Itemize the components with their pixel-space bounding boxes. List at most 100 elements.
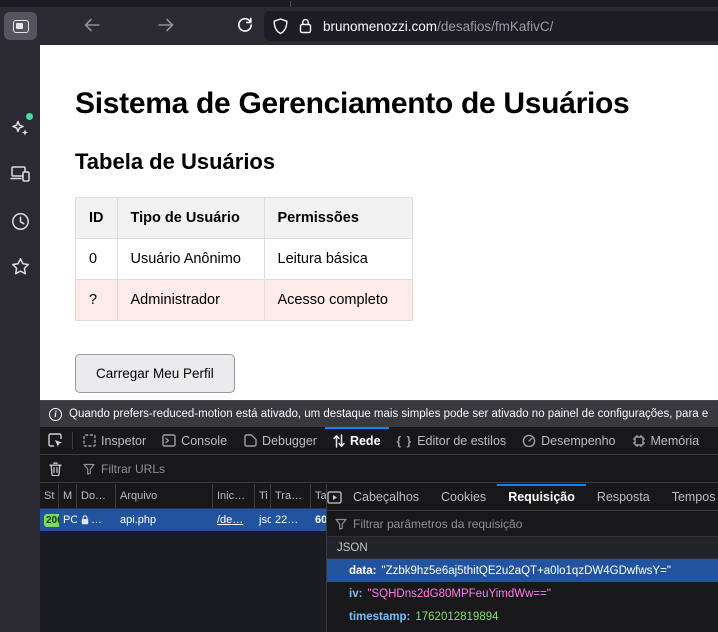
tab-timings[interactable]: Tempos: [661, 484, 718, 510]
param-value: "SQHDns2dG80MPFeuYimdWw==": [367, 588, 551, 600]
synced-tabs-button[interactable]: [0, 157, 40, 191]
load-profile-button[interactable]: Carregar Meu Perfil: [75, 354, 235, 393]
json-section-header[interactable]: JSON: [327, 537, 718, 559]
param-value: 1762012819894: [415, 611, 498, 623]
table-row: ? Administrador Acesso completo: [76, 280, 413, 321]
browser-sidebar: [0, 45, 40, 632]
request-status-cell: 200: [40, 509, 59, 531]
clock-icon: [11, 212, 30, 231]
filter-funnel-icon: [83, 463, 95, 475]
param-row-timestamp[interactable]: timestamp: 1762012819894: [327, 605, 718, 628]
reload-icon: [237, 17, 253, 33]
tab-request[interactable]: Requisição: [497, 484, 586, 510]
lock-icon[interactable]: [299, 18, 312, 34]
sidebar-toggle-button[interactable]: [4, 12, 37, 40]
sidebar-icon: [13, 20, 29, 33]
star-icon: [11, 257, 30, 276]
request-details-panel: Cabeçalhos Cookies Requisição Resposta T…: [327, 484, 718, 632]
tab-label: Editor de estilos: [417, 434, 506, 448]
page-title: Sistema de Gerenciamento de Usuários: [75, 87, 718, 121]
filter-params-input[interactable]: Filtrar parâmetros da requisição: [353, 517, 522, 531]
console-icon: [162, 434, 176, 447]
sparkle-icon: [11, 119, 30, 138]
tab-label: Console: [181, 434, 227, 448]
users-table: ID Tipo de Usuário Permissões 0 Usuário …: [75, 197, 413, 321]
forward-button[interactable]: [152, 11, 180, 39]
cell-id: 0: [76, 239, 118, 280]
devices-icon: [10, 165, 30, 183]
column-status[interactable]: St: [40, 484, 59, 508]
filter-funnel-icon: [335, 518, 347, 530]
divider: [72, 432, 73, 449]
network-filter-bar: Filtrar URLs: [40, 455, 718, 483]
resend-request-button[interactable]: [327, 484, 342, 510]
bookmarks-button[interactable]: [0, 249, 40, 283]
request-initiator-link[interactable]: /de…: [213, 509, 255, 531]
reload-button[interactable]: [231, 11, 259, 39]
column-method[interactable]: M: [59, 484, 77, 508]
tab-network[interactable]: Rede: [325, 427, 389, 454]
tab-debugger[interactable]: Debugger: [235, 427, 325, 454]
info-bar: i Quando prefers-reduced-motion está ati…: [40, 400, 718, 427]
filter-urls-input[interactable]: Filtrar URLs: [101, 462, 165, 476]
tab-cookies[interactable]: Cookies: [430, 484, 497, 510]
tab-label: Memória: [651, 434, 700, 448]
url-bar[interactable]: brunomenozzi.com/desafios/fmKafivC/: [264, 11, 718, 41]
element-picker-button[interactable]: [40, 427, 70, 454]
tab-label: Desempenho: [541, 434, 615, 448]
info-bar-text: Quando prefers-reduced-motion está ativa…: [69, 408, 708, 420]
lock-icon: [81, 515, 89, 525]
column-file[interactable]: Arquivo: [116, 484, 213, 508]
param-key: data:: [349, 565, 376, 577]
cell-permissions: Acesso completo: [264, 280, 412, 321]
table-header-row: ID Tipo de Usuário Permissões: [76, 198, 413, 239]
param-key: iv:: [349, 588, 362, 600]
tab-inspector[interactable]: Inspetor: [75, 427, 154, 454]
param-row-iv[interactable]: iv: "SQHDns2dG80MPFeuYimdWw==": [327, 582, 718, 605]
header-user-type: Tipo de Usuário: [117, 198, 264, 239]
element-picker-icon: [48, 433, 63, 448]
history-button[interactable]: [0, 204, 40, 238]
tab-memory[interactable]: Memória: [624, 427, 708, 454]
param-key: timestamp:: [349, 611, 410, 623]
chip-icon: [632, 434, 646, 448]
cell-user-type: Administrador: [117, 280, 264, 321]
request-type-cell: json: [255, 509, 271, 531]
column-transferred[interactable]: Tra…: [271, 484, 311, 508]
gauge-icon: [522, 434, 536, 447]
tab-style-editor[interactable]: { } Editor de estilos: [389, 427, 515, 454]
request-size-cell: 60: [311, 509, 326, 531]
browser-toolbar: brunomenozzi.com/desafios/fmKafivC/: [0, 7, 718, 45]
column-size[interactable]: Ta: [311, 484, 326, 508]
clear-requests-button[interactable]: [40, 462, 70, 476]
request-list-headers: St M Do… Arquivo Inic… Ti Tra… Ta: [40, 484, 326, 509]
param-row-data[interactable]: data: "Zzbk9hz5e6aj5thitQE2u2aQT+a0lo1qz…: [327, 559, 718, 582]
request-file-cell: api.php: [116, 509, 213, 531]
section-label: JSON: [337, 542, 368, 554]
column-initiator[interactable]: Inic…: [213, 484, 255, 508]
cell-user-type: Usuário Anônimo: [117, 239, 264, 280]
tab-performance[interactable]: Desempenho: [514, 427, 623, 454]
devtools-panel: Inspetor Console Debugger Rede { } Edito…: [40, 427, 718, 632]
params-filter-bar: Filtrar parâmetros da requisição: [327, 511, 718, 537]
network-body: St M Do… Arquivo Inic… Ti Tra… Ta 200 PO…: [40, 484, 718, 632]
request-row-selected[interactable]: 200 POST … api.php /de… json 22… 60: [40, 509, 326, 531]
devtools-toolbar: Inspetor Console Debugger Rede { } Edito…: [40, 427, 718, 455]
column-type[interactable]: Ti: [255, 484, 271, 508]
cell-permissions: Leitura básica: [264, 239, 412, 280]
tab-response[interactable]: Resposta: [586, 484, 661, 510]
tab-console[interactable]: Console: [154, 427, 235, 454]
back-button[interactable]: [78, 11, 106, 39]
tab-headers[interactable]: Cabeçalhos: [342, 484, 430, 510]
url-domain: brunomenozzi.com: [323, 19, 437, 34]
tab-label: Debugger: [262, 434, 317, 448]
tab-label: Cabeçalhos: [353, 490, 419, 504]
shield-icon[interactable]: [273, 18, 288, 35]
back-arrow-icon: [84, 18, 100, 32]
play-box-icon: [327, 491, 342, 504]
header-permissions: Permissões: [264, 198, 412, 239]
ai-chatbot-button[interactable]: [0, 111, 40, 145]
column-domain[interactable]: Do…: [77, 484, 116, 508]
request-domain-cell: …: [77, 509, 116, 531]
page-content: Sistema de Gerenciamento de Usuários Tab…: [40, 45, 718, 400]
